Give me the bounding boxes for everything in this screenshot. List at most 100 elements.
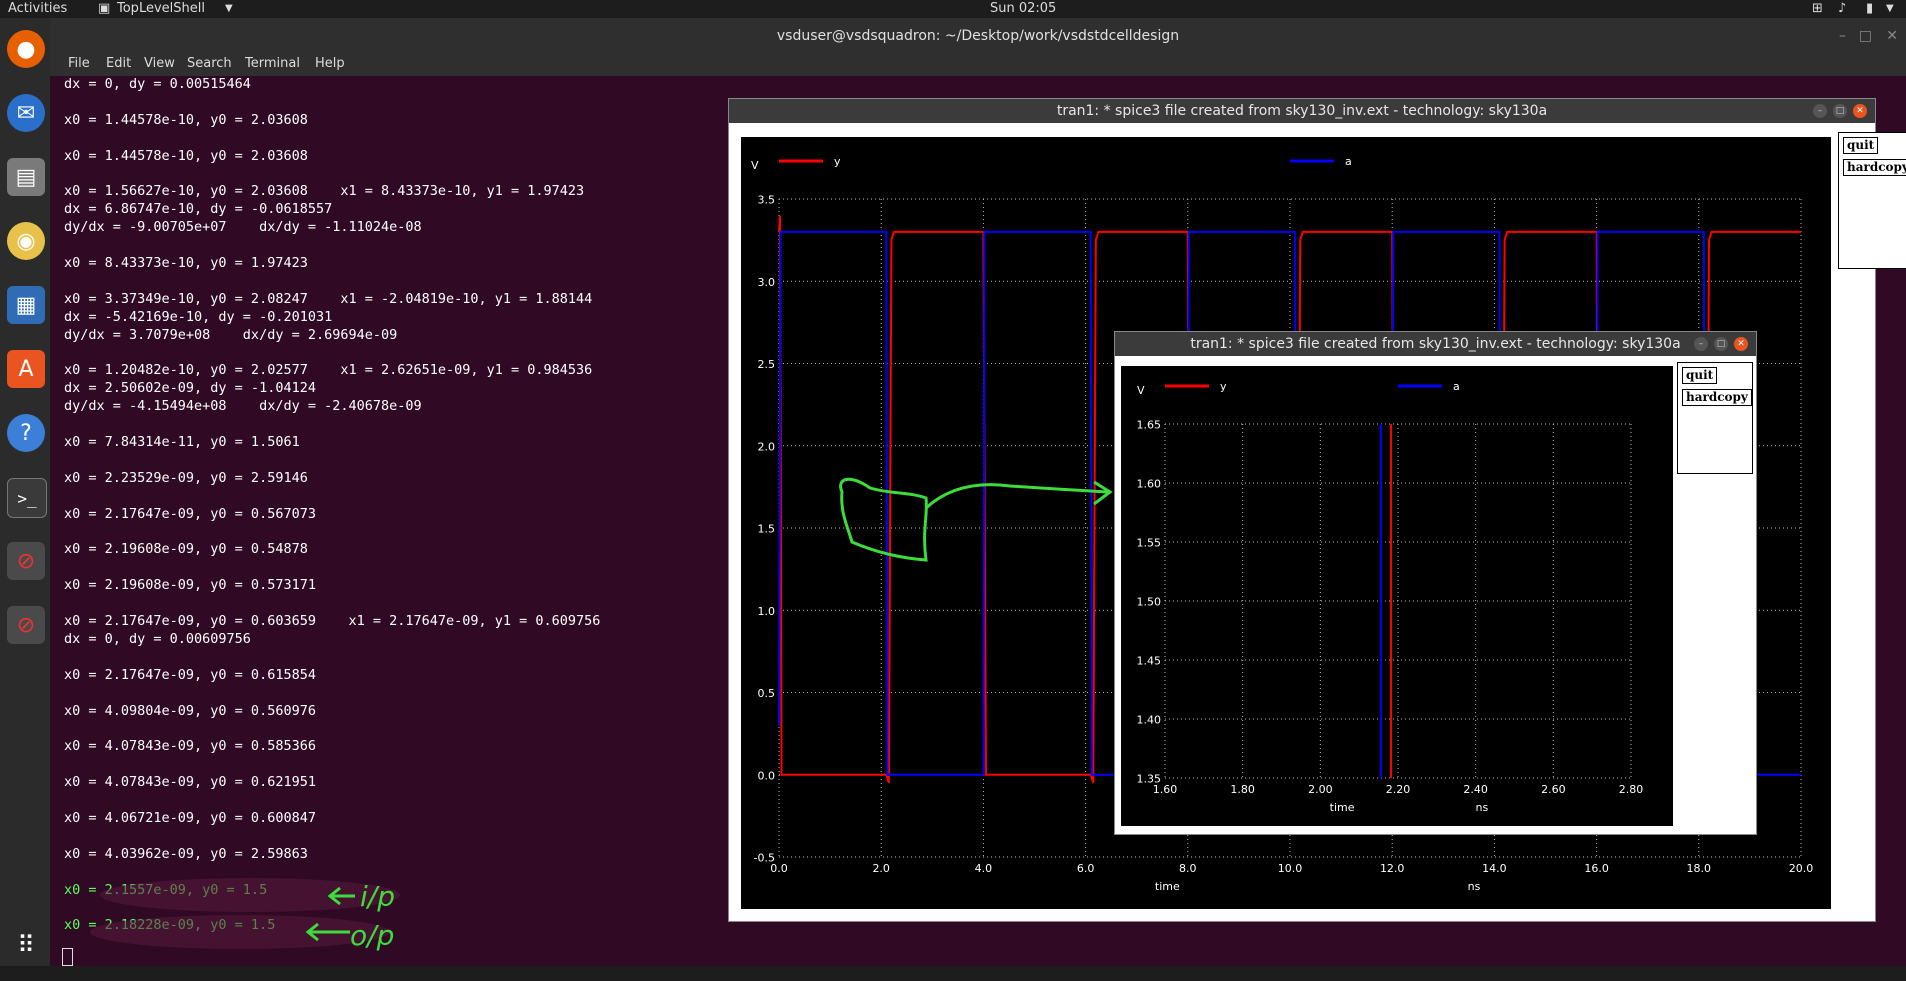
files-icon[interactable]: ▤ [7, 158, 45, 196]
y-tick-label: 1.0 [758, 605, 776, 618]
legend-label-y: y [1220, 380, 1227, 393]
minimize-icon[interactable]: – [1813, 104, 1827, 118]
zoom-arrow-annotation [924, 483, 1109, 510]
x-tick-label: 2.20 [1386, 783, 1411, 796]
quit-button[interactable]: quit [1843, 137, 1879, 154]
plot-zoom-svg: 1.60 1.80 2.00 2.20 2.40 2.60 2.80 1.35 1.40 1.45… [1137, 380, 1644, 814]
terminal-line: x0 = 8.43373e-10, y0 = 1.97423 [64, 255, 308, 271]
x-axis-unit: ns [1476, 801, 1489, 814]
rhythmbox-icon[interactable]: ◉ [7, 222, 45, 260]
terminal-line: x0 = 2.17647e-09, y0 = 0.567073 [64, 505, 316, 522]
terminal-line: x0 = 4.09804e-09, y0 = 0.560976 [64, 702, 316, 719]
hardcopy-button[interactable]: hardcopy [1682, 389, 1752, 406]
menu-edit[interactable]: Edit [106, 56, 131, 71]
minimize-icon[interactable]: – [1694, 337, 1708, 351]
x-axis-label: time [1330, 801, 1355, 814]
terminal-line: x0 = 3.37349e-10, y0 = 2.08247 x1 = -2.0… [64, 290, 593, 307]
system-top-bar: Activities ▣ TopLevelShell ▼ Sun 02:05 ⊞… [0, 0, 1906, 18]
x-tick-label: 20.0 [1789, 862, 1814, 875]
maximize-icon[interactable]: □ [1833, 104, 1847, 118]
menu-terminal[interactable]: Terminal [245, 56, 300, 71]
x-axis-label: time [1155, 880, 1180, 893]
terminal-line: dx = -5.42169e-10, dy = -0.201031 [64, 308, 333, 325]
plot-main-titlebar: tran1: * spice3 file created from sky130… [729, 99, 1875, 123]
terminal-line: x0 = 7.84314e-11, y0 = 1.5061 [64, 434, 300, 450]
maximize-icon[interactable]: □ [1859, 28, 1872, 44]
terminal-icon[interactable]: >_ [7, 478, 47, 518]
terminal-line: x0 = 1.56627e-10, y0 = 2.03608 x1 = 8.43… [64, 183, 585, 200]
plot-window-zoom[interactable]: tran1: * spice3 file created from sky130… [1114, 331, 1757, 835]
x-tick-label: 1.80 [1230, 783, 1255, 796]
x-tick-label: 2.00 [1308, 783, 1333, 796]
x-tick-label: 10.0 [1278, 862, 1303, 875]
show-apps-icon[interactable]: ⠿ [7, 926, 45, 964]
terminal-line: x0 = 1.20482e-10, y0 = 2.02577 x1 = 2.62… [64, 362, 593, 379]
terminal-line: x0 = 1.44578e-10, y0 = 2.03608 [64, 147, 308, 164]
terminal-titlebar: vsduser@vsdsquadron: ~/Desktop/work/vsds… [50, 18, 1906, 54]
terminal-line: dy/dx = 3.7079e+08 dx/dy = 2.69694e-09 [64, 326, 398, 343]
x-tick-label: 2.40 [1463, 783, 1488, 796]
y-tick-label: 1.60 [1137, 478, 1162, 491]
plot-zoom-area[interactable]: 1.60 1.80 2.00 2.20 2.40 2.60 2.80 1.35 1.40 1.45… [1121, 366, 1673, 826]
app-blocked-icon[interactable]: ⊘ [7, 542, 45, 580]
y-tick-label: 0.0 [758, 769, 776, 782]
volume-icon[interactable]: ♪ [1838, 1, 1846, 16]
terminal-line: x0 = 2.23529e-09, y0 = 2.59146 [64, 469, 308, 486]
x-tick-label: 4.0 [975, 862, 993, 875]
terminal-line: x0 = 4.07843e-09, y0 = 0.621951 [64, 774, 316, 791]
terminal-line: x0 = 4.06721e-09, y0 = 0.600847 [64, 809, 316, 826]
software-icon[interactable]: A [7, 350, 45, 388]
menu-help[interactable]: Help [315, 56, 345, 71]
y-tick-label: 2.0 [758, 440, 776, 453]
close-icon[interactable]: ✕ [1734, 337, 1748, 351]
close-icon[interactable]: ✕ [1853, 104, 1867, 118]
clock[interactable]: Sun 02:05 [990, 1, 1056, 16]
y-tick-label: 1.5 [758, 523, 776, 536]
system-menu-chevron-icon[interactable]: ▼ [1886, 3, 1894, 14]
terminal-line: x0 = 2.17647e-09, y0 = 0.603659 x1 = 2.1… [64, 613, 601, 629]
terminal-line: dx = 2.50602e-09, dy = -1.04124 [64, 380, 316, 397]
plot-main-side-panel: quit hardcopy [1838, 132, 1906, 269]
battery-icon[interactable]: ▮ [1866, 1, 1873, 16]
help-icon[interactable]: ? [7, 414, 45, 452]
menu-file[interactable]: File [68, 56, 90, 71]
writer-icon[interactable]: ▦ [7, 286, 45, 324]
thunderbird-icon[interactable]: ✉ [7, 94, 45, 132]
y-tick-label: 1.40 [1137, 714, 1162, 727]
terminal-line: x0 = 2.17647e-09, y0 = 0.615854 [64, 666, 316, 683]
x-axis-unit: ns [1468, 880, 1481, 893]
close-icon[interactable]: ✕ [1886, 28, 1898, 44]
dock: ● ✉ ▤ ◉ ▦ A ? >_ ⊘ ⊘ ⠿ [0, 18, 50, 981]
bottom-tray [0, 966, 1906, 981]
y-tick-label: 1.65 [1137, 419, 1162, 432]
y-tick-label: 1.45 [1137, 655, 1162, 668]
firefox-icon[interactable]: ● [7, 30, 45, 68]
hardcopy-button[interactable]: hardcopy [1843, 159, 1906, 176]
selection-box-annotation [839, 477, 928, 562]
terminal-line: x0 = 4.03962e-09, y0 = 2.59863 [64, 845, 308, 862]
quit-button[interactable]: quit [1682, 367, 1718, 384]
terminal-line: x0 = 4.07843e-09, y0 = 0.585366 [64, 738, 316, 755]
x-tick-label: 14.0 [1482, 862, 1507, 875]
app-menu-button[interactable]: TopLevelShell [117, 1, 205, 16]
legend-label-y: y [834, 155, 841, 168]
menu-search[interactable]: Search [187, 56, 232, 71]
ip-annotation: i/p [360, 880, 395, 913]
app-menu-icon: ▣ [98, 1, 111, 16]
y-tick-label: 1.35 [1137, 773, 1162, 786]
y-tick-label: 3.0 [758, 276, 776, 289]
terminal-line: dy/dx = -4.15494e+08 dx/dy = -2.40678e-0… [64, 398, 422, 415]
app-blocked-icon[interactable]: ⊘ [7, 606, 45, 644]
legend-label-a: a [1345, 155, 1352, 168]
terminal-line: x0 = 1.44578e-10, y0 = 2.03608 [64, 111, 308, 128]
maximize-icon[interactable]: □ [1714, 337, 1728, 351]
y-tick-label: 3.5 [758, 194, 776, 207]
minimize-icon[interactable]: – [1839, 28, 1846, 44]
menu-view[interactable]: View [144, 56, 175, 71]
x-tick-label: 2.0 [872, 862, 890, 875]
terminal-line: x0 = 2.19608e-09, y0 = 0.54878 [64, 541, 308, 558]
terminal-line: dx = 0, dy = 0.00609756 [64, 630, 251, 647]
x-tick-label: 8.0 [1179, 862, 1197, 875]
network-icon[interactable]: ⊞ [1812, 1, 1823, 16]
activities-button[interactable]: Activities [8, 1, 67, 16]
